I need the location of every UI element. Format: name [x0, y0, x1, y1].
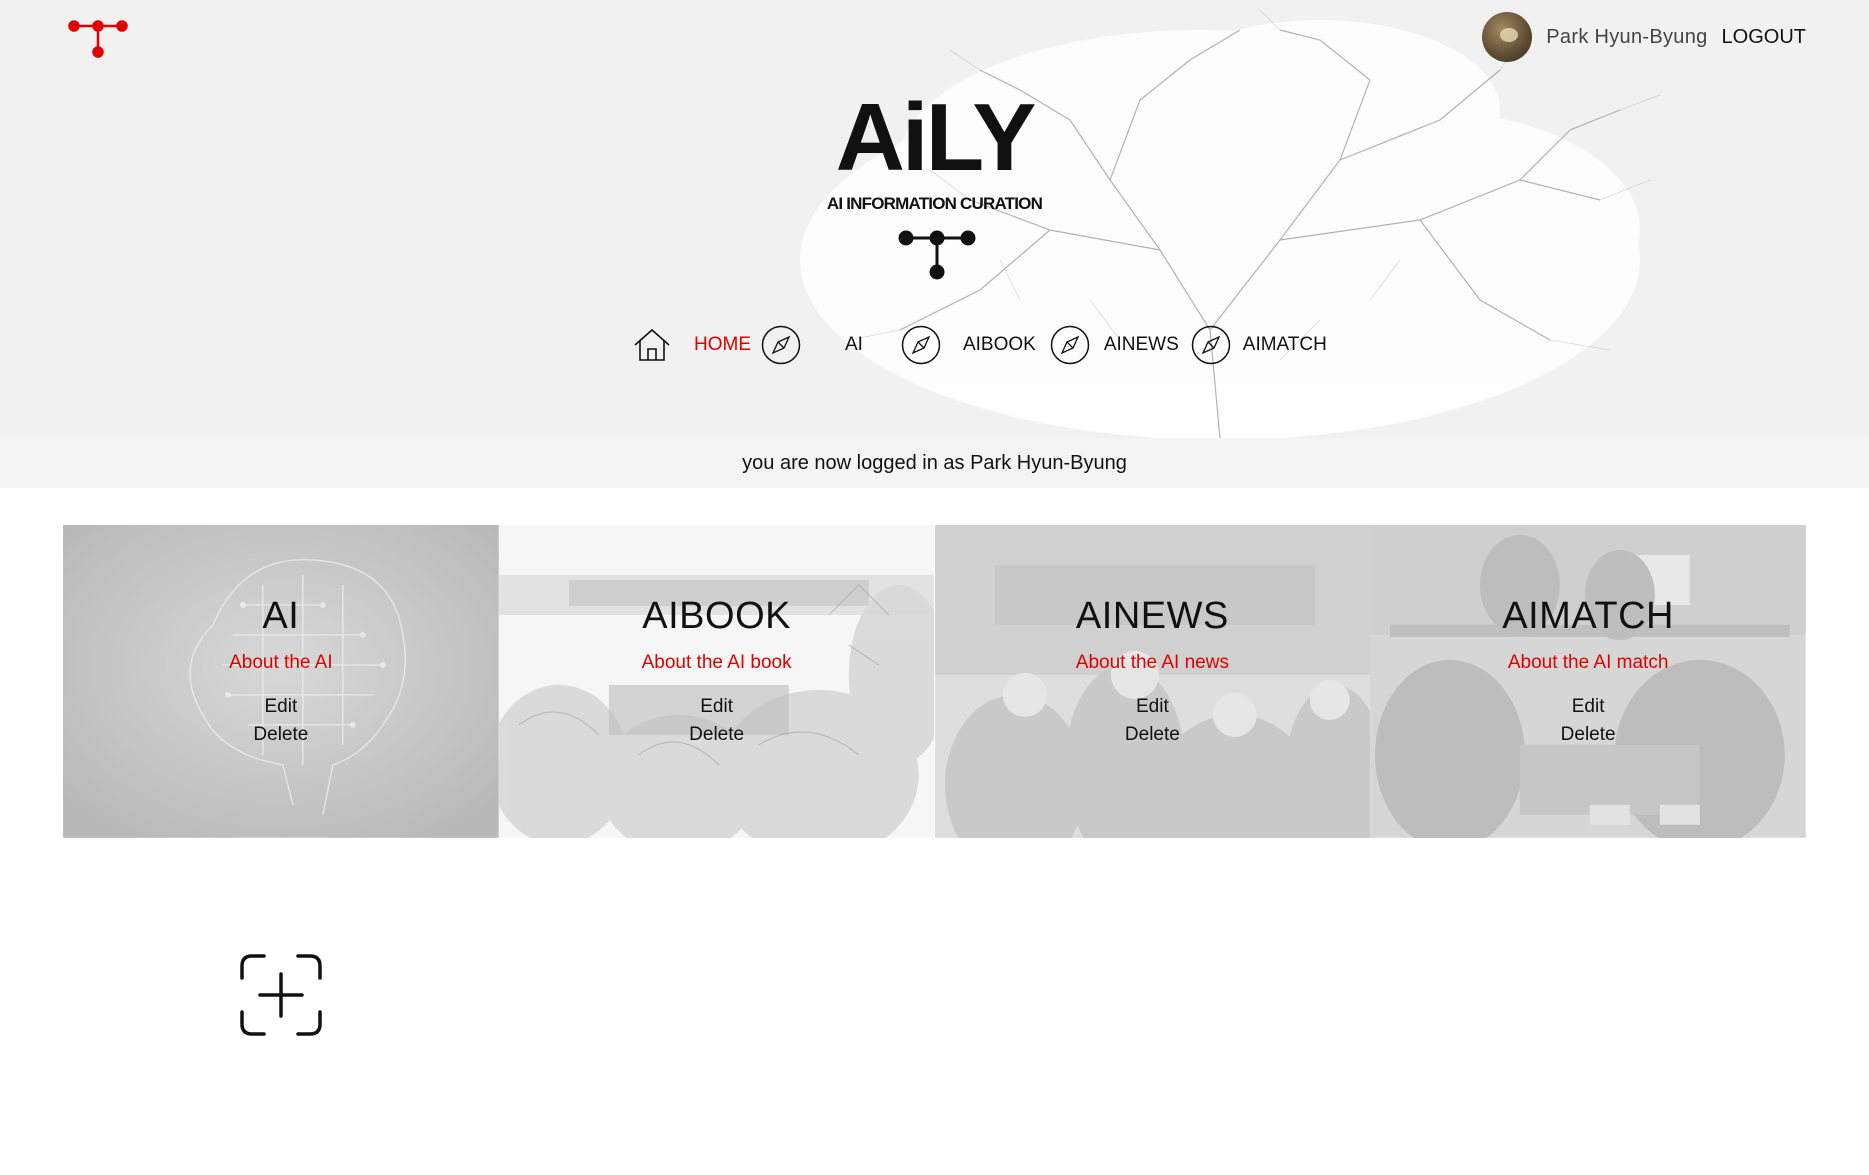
card-title: AI [262, 595, 300, 637]
card-content: AINEWS About the AI news Edit Delete [935, 595, 1371, 746]
delete-link[interactable]: Delete [499, 724, 935, 746]
card-description: About the AI book [641, 652, 792, 673]
user-area: Park Hyun-Byung LOGOUT [1482, 12, 1806, 62]
brand-subtitle: AI INFORMATION CURATION [826, 194, 1043, 213]
brand-title: AiLY [835, 84, 1037, 191]
nav-item-label: AIMATCH [1242, 334, 1327, 355]
user-name[interactable]: Park Hyun-Byung [1546, 26, 1707, 49]
avatar[interactable] [1482, 12, 1533, 62]
nav-home-label: HOME [694, 334, 751, 355]
category-card-aibook[interactable]: AIBOOK About the AI book Edit Delete [498, 525, 935, 838]
nav-item-aimatch[interactable]: AIMATCH [1191, 325, 1337, 365]
nav-item-label: AINEWS [1103, 334, 1179, 355]
card-description: About the AI match [1507, 652, 1669, 673]
edit-link[interactable]: Edit [1370, 696, 1806, 718]
compass-icon [761, 325, 801, 365]
card-content: AI About the AI Edit Delete [63, 595, 499, 746]
category-card-ai[interactable]: AI About the AI Edit Delete [63, 525, 499, 838]
main-nav: HOME AI AIBOOK AINEWS AIMATCH [632, 323, 1337, 367]
home-icon [634, 328, 670, 361]
nav-item-ainews[interactable]: AINEWS [1050, 325, 1191, 365]
delete-link[interactable]: Delete [1370, 724, 1806, 746]
edit-link[interactable]: Edit [935, 696, 1371, 718]
tree-background-image [800, 9, 1661, 438]
nav-item-aibook[interactable]: AIBOOK [901, 325, 1050, 365]
nav-item-ai[interactable]: AI [761, 325, 901, 365]
card-description: About the AI news [1075, 652, 1229, 673]
logout-button[interactable]: LOGOUT [1722, 26, 1806, 49]
nav-item-label: AIBOOK [962, 334, 1036, 355]
brand: AiLY AI INFORMATION CURATION [0, 90, 1869, 214]
delete-link[interactable]: Delete [63, 724, 499, 746]
category-card-aimatch[interactable]: AIMATCH About the AI match Edit Delete [1370, 525, 1806, 838]
brand-mark-icon [898, 230, 976, 280]
hero-banner: Park Hyun-Byung LOGOUT AiLY AI INFORMATI… [0, 0, 1869, 438]
card-title: AINEWS [1075, 595, 1229, 637]
card-title: AIBOOK [642, 595, 791, 637]
compass-icon [1191, 325, 1231, 365]
card-content: AIMATCH About the AI match Edit Delete [1370, 595, 1806, 746]
compass-icon [901, 325, 941, 365]
card-description: About the AI [229, 652, 333, 673]
category-cards: AI About the AI Edit Delete AIBOOK About… [63, 525, 1806, 838]
delete-link[interactable]: Delete [935, 724, 1371, 746]
login-status-bar: you are now logged in as Park Hyun-Byung [0, 438, 1869, 488]
category-card-ainews[interactable]: AINEWS About the AI news Edit Delete [934, 525, 1371, 838]
card-title: AIMATCH [1502, 595, 1674, 637]
add-frame-icon[interactable] [238, 952, 324, 1038]
logo-icon[interactable] [68, 18, 128, 58]
login-status-message: you are now logged in as Park Hyun-Byung [742, 452, 1127, 474]
nav-home[interactable]: HOME [632, 325, 761, 365]
edit-link[interactable]: Edit [499, 696, 935, 718]
edit-link[interactable]: Edit [63, 696, 499, 718]
compass-icon [1050, 325, 1090, 365]
card-content: AIBOOK About the AI book Edit Delete [499, 595, 935, 746]
nav-item-label: AI [845, 334, 863, 355]
